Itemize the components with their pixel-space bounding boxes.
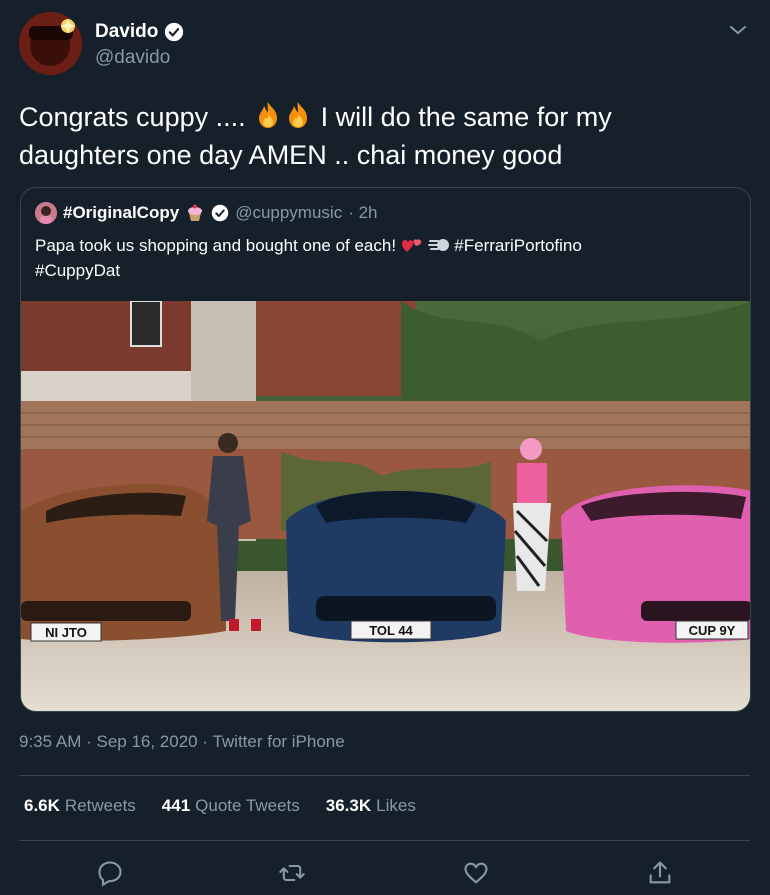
car-bronze: NI JTO — [21, 484, 226, 642]
meta-separator: · — [197, 732, 213, 751]
quoted-tweet-text: Papa took us shopping and bought one of … — [35, 233, 735, 283]
quotes-label: Quote Tweets — [195, 796, 300, 815]
action-bar — [0, 855, 770, 895]
quotes-count: 441 — [161, 796, 191, 815]
tweet-source[interactable]: Twitter for iPhone — [212, 732, 344, 751]
quoted-display-name[interactable]: #OriginalCopy — [63, 203, 179, 223]
fire-icon — [259, 102, 278, 128]
share-icon[interactable] — [646, 859, 674, 887]
chevron-down-icon[interactable] — [726, 18, 750, 42]
retweets-count: 6.6K — [24, 796, 60, 815]
plate-1: NI JTO — [45, 625, 87, 640]
author-handle[interactable]: @davido — [95, 46, 184, 70]
like-heart-icon[interactable] — [462, 859, 490, 887]
author-display-name[interactable]: Davido — [95, 20, 158, 44]
car-pink: CUP 9Y — [561, 485, 750, 643]
reply-icon[interactable] — [96, 859, 124, 887]
tweet-detail: Davido @davido Congrats cuppy .... I wil… — [0, 0, 770, 895]
retweets-stat[interactable]: 6.6K Retweets — [24, 796, 136, 816]
author-avatar[interactable] — [19, 12, 82, 75]
quoted-tweet-photo[interactable]: NI JTO TOL 44 CUP 9Y — [21, 301, 751, 712]
cupcake-icon — [188, 204, 203, 221]
plate-2: TOL 44 — [369, 623, 413, 638]
hashtag-ferrari[interactable]: #FerrariPortofino — [454, 236, 582, 255]
quoted-time[interactable]: · 2h — [348, 203, 377, 223]
divider — [19, 840, 750, 841]
author-block[interactable]: Davido @davido — [95, 20, 184, 70]
likes-label: Likes — [376, 796, 416, 815]
verified-badge-icon — [211, 204, 229, 222]
likes-count: 36.3K — [325, 796, 372, 815]
retweets-label: Retweets — [64, 796, 136, 815]
car-blue: TOL 44 — [286, 491, 506, 643]
quoted-author-avatar[interactable] — [35, 202, 57, 224]
likes-stat[interactable]: 36.3K Likes — [326, 796, 416, 816]
plate-3: CUP 9Y — [689, 623, 736, 638]
fire-icon — [289, 102, 308, 128]
quoted-handle[interactable]: @cuppymusic — [235, 203, 342, 223]
tweet-meta: 9:35 AM · Sep 16, 2020 · Twitter for iPh… — [19, 732, 345, 752]
two-hearts-icon — [401, 239, 422, 252]
quote-tweets-stat[interactable]: 441 Quote Tweets — [162, 796, 300, 816]
dash-icon — [427, 239, 449, 251]
tweet-text: Congrats cuppy .... I will do the same f… — [19, 98, 739, 174]
tweet-text-part1: Congrats cuppy .... — [19, 102, 246, 132]
quoted-tweet-header: #OriginalCopy @cuppymusic · 2h — [35, 202, 378, 224]
retweet-icon[interactable] — [278, 859, 306, 887]
divider — [19, 775, 750, 776]
quoted-tweet[interactable]: #OriginalCopy @cuppymusic · 2h Papa took… — [20, 187, 751, 712]
hashtag-cuppydat[interactable]: #CuppyDat — [35, 261, 120, 280]
quoted-text-part1: Papa took us shopping and bought one of … — [35, 236, 397, 255]
verified-badge-icon — [165, 22, 184, 42]
engagement-stats: 6.6K Retweets 441 Quote Tweets 36.3K Likes — [24, 796, 416, 816]
timestamp[interactable]: 9:35 AM · Sep 16, 2020 — [19, 732, 198, 751]
